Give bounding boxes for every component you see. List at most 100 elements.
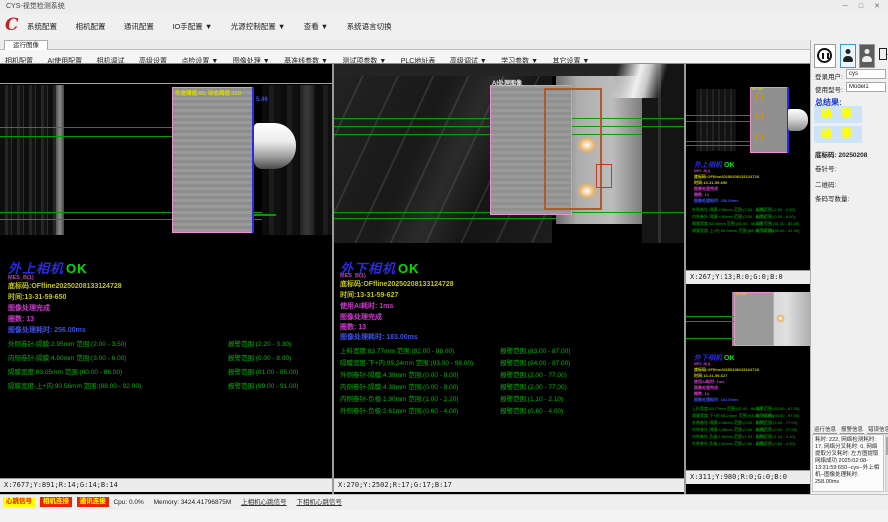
roller-pin-part <box>254 123 296 169</box>
menu-comm-config[interactable]: 通讯配置 <box>117 14 161 40</box>
window-title: CYS-视觉检测系统 <box>6 3 65 10</box>
menu-system-config[interactable]: 系统配置 <box>20 14 64 40</box>
mark-square <box>756 133 763 140</box>
menu-io-manual[interactable]: IO手配置 ▼ <box>165 14 219 40</box>
membrane-roi-rect <box>734 292 774 346</box>
threshold-overlay-label: 93 100 <box>752 87 763 91</box>
green-measure-line <box>334 218 556 219</box>
tool-advanced-settings[interactable]: 高级设置 <box>134 55 172 64</box>
tool-other-settings[interactable]: 其它设置 ▼ <box>547 55 594 64</box>
weld-glow-spot <box>574 134 600 156</box>
window-controls: ─ □ ✕ <box>838 0 884 14</box>
tab-run-image[interactable]: 运行图像 <box>4 40 48 50</box>
mes-label: MES_B(1) <box>694 362 710 366</box>
measurement-value: 外侧卷针-负极:2.61mm 范围:(0.60 - 4.00) <box>340 405 458 415</box>
close-button[interactable]: ✕ <box>870 0 884 14</box>
tool-camera-debug[interactable]: 相机调试 <box>92 55 130 64</box>
tab-error-info[interactable]: 错误信息 <box>867 427 888 434</box>
measurement-value: 隔膜宽度-下+内:95.24mm 范围:(93.00 - 98.00) <box>340 357 473 367</box>
alarm-range: 报警范围:(2.20 - 3.30) <box>228 338 291 348</box>
weld-glow-spot <box>574 180 600 202</box>
measurement-value: 内侧卷针-隔膜:4.38mm 范围:(0.00 - 9.00) <box>340 381 458 391</box>
machine-column <box>300 85 314 235</box>
log-text-area[interactable]: 耗时: 222, 网络检测耗时: 17, 网络分叉耗时: 0, 网络提取分叉耗时… <box>812 434 884 492</box>
alarm-range: 报警范围:(0.00 - 8.00) <box>228 352 291 362</box>
metal-streak <box>594 64 684 98</box>
upper-camera-heartbeat-link[interactable]: 上相机心跳信号 <box>241 499 287 506</box>
tab-run-info[interactable]: 运行信息 <box>813 427 837 434</box>
maximize-button[interactable]: □ <box>854 0 868 14</box>
camera-image-outer-upper[interactable]: 灰度阈值:93, 动态阈值:100 5.46 <box>0 83 332 235</box>
minimize-button[interactable]: ─ <box>838 0 852 14</box>
camera-view-outer-lower: AI处理图像 外下相机OK MES_B(1) 底标码:OFfline202502… <box>334 64 684 494</box>
alarm-range: 报警范围:(81.00 - 85.00) <box>756 221 799 227</box>
measurement-value: 外侧卷针-隔膜:4.38mm 范围:(0.00 - 9.00) <box>692 420 765 426</box>
cpu-usage-text: Cpu: 0.0% <box>113 499 143 506</box>
measurement-value: 内侧卷针-隔膜:4.38mm 范围:(0.00 - 9.00) <box>692 427 765 433</box>
main-view-area: 灰度阈值:93, 动态阈值:100 5.46 外上相机OK MES_B(1) 底… <box>0 64 810 494</box>
mini-image-outer-lower[interactable]: 93 100 <box>686 290 810 348</box>
toolbar: 相机配置 AI使用配置 相机调试 高级设置 点检设置 ▼ 图像处理 ▼ 基准线参… <box>0 50 810 64</box>
turns-line: 圈数: 13 <box>8 314 34 324</box>
barcode-count-label: 条码写数量: <box>815 193 849 203</box>
green-edge-segment <box>254 214 276 216</box>
mini-image-outer-upper[interactable]: 93 100 <box>686 85 810 155</box>
pixel-coordinate-bar: X:311;Y:980;R:0;G:0;B:0 <box>686 470 810 484</box>
login-user-field[interactable] <box>846 69 886 79</box>
menu-language-switch[interactable]: 系统语言切换 <box>340 14 399 40</box>
user-icon <box>843 49 853 63</box>
application-window: CYS-视觉检测系统 ─ □ ✕ C 系统配置 相机配置 通讯配置 IO手配置 … <box>0 0 888 522</box>
alarm-range: 报警范围:(2.00 - 77.00) <box>500 369 567 379</box>
winding-pin-label: 卷针号: <box>815 163 836 173</box>
title-bar[interactable]: CYS-视觉检测系统 ─ □ ✕ <box>0 0 888 14</box>
weld-glow-spot <box>776 314 785 323</box>
pixel-coordinate-bar: X:270;Y:2502;R:17;G:17;B:17 <box>334 478 684 492</box>
camera-image-outer-lower[interactable]: AI处理图像 <box>334 64 684 243</box>
camera-view-outer-upper: 灰度阈值:93, 动态阈值:100 5.46 外上相机OK MES_B(1) 底… <box>0 64 332 494</box>
tool-image-processing[interactable]: 图像处理 ▼ <box>228 55 275 64</box>
model-field[interactable] <box>846 82 886 92</box>
logout-arrow-icon: → <box>884 49 888 58</box>
alarm-range: 报警范围:(94.00 - 97.00) <box>756 413 799 419</box>
operator-user-button[interactable] <box>840 44 856 68</box>
alarm-range: 报警范围:(0.60 - 4.00) <box>756 441 795 447</box>
menu-light-control[interactable]: 光源控制配置 ▼ <box>224 14 293 40</box>
measurement-value: 隔膜宽度:83.05mm 范围:(80.00 - 86.00) <box>692 221 762 227</box>
menu-view[interactable]: 查看 ▼ <box>297 14 336 40</box>
menu-camera-config[interactable]: 相机配置 <box>68 14 112 40</box>
camera-status-ok: OK <box>398 261 420 276</box>
yellow-baseline <box>0 83 332 84</box>
qr-code-label: 二维码: <box>815 179 836 189</box>
logout-button[interactable]: → <box>877 44 888 68</box>
tab-strip: 运行图像 <box>0 40 810 50</box>
mini-view-outer-upper: 93 100 外上相机OK MES_B(1) 底标码:OFfline202502… <box>686 64 810 284</box>
tool-spot-check[interactable]: 点检设置 ▼ <box>176 55 223 64</box>
pause-button[interactable] <box>814 44 836 68</box>
alarm-range: 报警范围:(0.00 - 8.00) <box>756 214 795 220</box>
lower-camera-heartbeat-link[interactable]: 下相机心跳信号 <box>296 499 342 506</box>
barcode-line: 底标码:OFfline20250208133124728 <box>340 279 454 289</box>
result-display-lower: 结 果 <box>814 126 862 143</box>
mes-label: MES_B(1) <box>694 169 710 173</box>
alarm-range: 报警范围:(81.00 - 85.00) <box>228 366 298 376</box>
barcode-label: 底标码: 20250208 <box>815 149 867 159</box>
tab-alarm-info[interactable]: 报警信息 <box>840 427 864 434</box>
admin-user-button[interactable] <box>859 44 875 68</box>
tool-learning-params[interactable]: 学习参数 ▼ <box>496 55 543 64</box>
tool-baseline-params[interactable]: 基准线参数 ▼ <box>279 55 333 64</box>
tool-plc-address[interactable]: PLC地址表 <box>396 55 441 64</box>
measurement-value: 隔膜宽度-上+内:90.56mm 范围:(88.00 - 92.00) <box>8 380 141 390</box>
measurement-value: 外侧卷针-隔膜:4.38mm 范围:(0.00 - 9.00) <box>340 369 458 379</box>
tool-ai-config[interactable]: AI使用配置 <box>42 55 87 64</box>
barcode-line: 底标码:OFfline20250208133124728 <box>8 281 122 291</box>
user-icon <box>862 49 872 63</box>
status-bar: 心跳信号 相机连接 通讯连接 Cpu: 0.0% Memory: 3424.41… <box>0 494 888 510</box>
measurement-value: 内侧卷针-负极:1.90mm 范围:(1.00 - 2.20) <box>692 434 765 440</box>
camera-name-text: 外下相机 <box>694 355 722 362</box>
measurement-value: 内侧卷针-负极:1.90mm 范围:(1.00 - 2.20) <box>340 393 458 403</box>
camera-status-ok: OK <box>724 162 735 169</box>
tool-camera-config[interactable]: 相机配置 <box>0 55 38 64</box>
tool-test-params[interactable]: 测试项参数 ▼ <box>337 55 391 64</box>
tool-advanced-debug[interactable]: 高级调试 ▼ <box>445 55 492 64</box>
edge-distance-label: 5.46 <box>256 97 268 103</box>
